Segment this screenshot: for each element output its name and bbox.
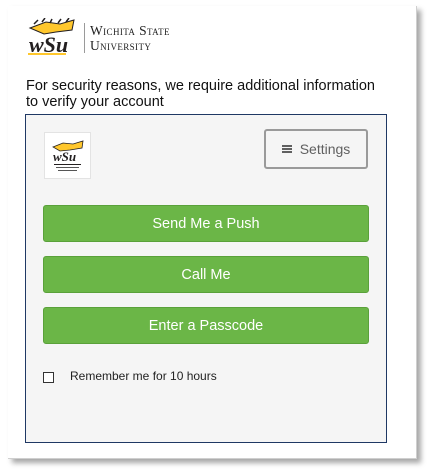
remember-me-checkbox[interactable] [43,372,54,383]
settings-label: Settings [299,141,351,157]
university-name-line1: Wichita State [90,23,170,38]
svg-text:wSu: wSu [53,149,76,164]
settings-button[interactable]: Settings [264,129,368,169]
send-push-button[interactable]: Send Me a Push [43,205,369,242]
call-me-button[interactable]: Call Me [43,256,369,293]
remember-me-label[interactable]: Remember me for 10 hours [70,369,217,383]
security-message: For security reasons, we require additio… [26,78,375,110]
university-name-line2: University [90,38,152,53]
remember-me-row: Remember me for 10 hours [43,368,217,383]
enter-passcode-button[interactable]: Enter a Passcode [43,307,369,344]
login-window: wSu Wichita State University For securit… [8,6,417,459]
wsu-wheat-logo-icon: wSu [26,17,78,58]
hamburger-menu-icon [281,145,292,153]
university-logo: wSu Wichita State University [26,14,170,62]
wsu-small-logo-icon: wSu [44,132,91,179]
duo-prompt-panel: wSu Settings Send Me a Push Call Me Ente… [25,114,387,443]
university-name: Wichita State University [90,23,170,53]
logo-divider [84,23,85,53]
